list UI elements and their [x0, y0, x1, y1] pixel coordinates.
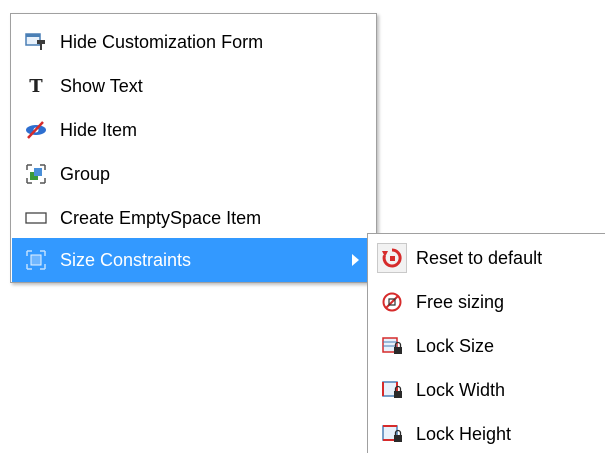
menu-item-label: Show Text — [60, 75, 143, 96]
menu-item-label: Group — [60, 163, 111, 184]
menu-item-hide-item[interactable]: Hide Item — [12, 108, 375, 152]
menu-item-hide-customization-form[interactable]: Hide Customization Form — [12, 20, 375, 64]
menu-item-show-text[interactable]: T Show Text — [12, 64, 375, 108]
reset-icon — [372, 236, 412, 280]
menu-item-group[interactable]: Group — [12, 152, 375, 196]
lock-height-icon — [372, 412, 412, 456]
submenu-item-lock-size[interactable]: Lock Size — [368, 324, 605, 368]
hide-item-icon — [16, 108, 56, 152]
free-sizing-icon — [372, 280, 412, 324]
group-icon — [16, 152, 56, 196]
submenu-item-label: Lock Width — [416, 379, 506, 400]
submenu-item-lock-height[interactable]: Lock Height — [368, 412, 605, 456]
menu-item-create-emptyspace[interactable]: Create EmptySpace Item — [12, 196, 375, 240]
submenu-size-constraints: Reset to default Free sizing Lock Size L… — [367, 233, 605, 453]
text-icon: T — [16, 64, 56, 108]
lock-size-icon — [372, 324, 412, 368]
submenu-item-reset-to-default[interactable]: Reset to default — [368, 236, 605, 280]
submenu-item-label: Lock Size — [416, 335, 495, 356]
submenu-item-lock-width[interactable]: Lock Width — [368, 368, 605, 412]
menu-item-label: Create EmptySpace Item — [60, 207, 262, 228]
submenu-item-label: Reset to default — [416, 247, 543, 268]
menu-item-size-constraints[interactable]: Size Constraints — [12, 238, 375, 282]
submenu-item-free-sizing[interactable]: Free sizing — [368, 280, 605, 324]
menu-item-label: Hide Customization Form — [60, 31, 264, 52]
svg-text:T: T — [29, 76, 43, 96]
size-constraints-icon — [16, 238, 56, 282]
hide-customization-form-icon — [16, 20, 56, 64]
submenu-item-label: Lock Height — [416, 423, 512, 444]
empty-space-icon — [16, 196, 56, 240]
context-menu: Hide Customization Form T Show Text Hide… — [10, 13, 377, 283]
menu-item-label: Hide Item — [60, 119, 138, 140]
menu-item-label: Size Constraints — [60, 249, 192, 270]
lock-width-icon — [372, 368, 412, 412]
submenu-item-label: Free sizing — [416, 291, 505, 312]
submenu-arrow-icon — [352, 254, 359, 266]
